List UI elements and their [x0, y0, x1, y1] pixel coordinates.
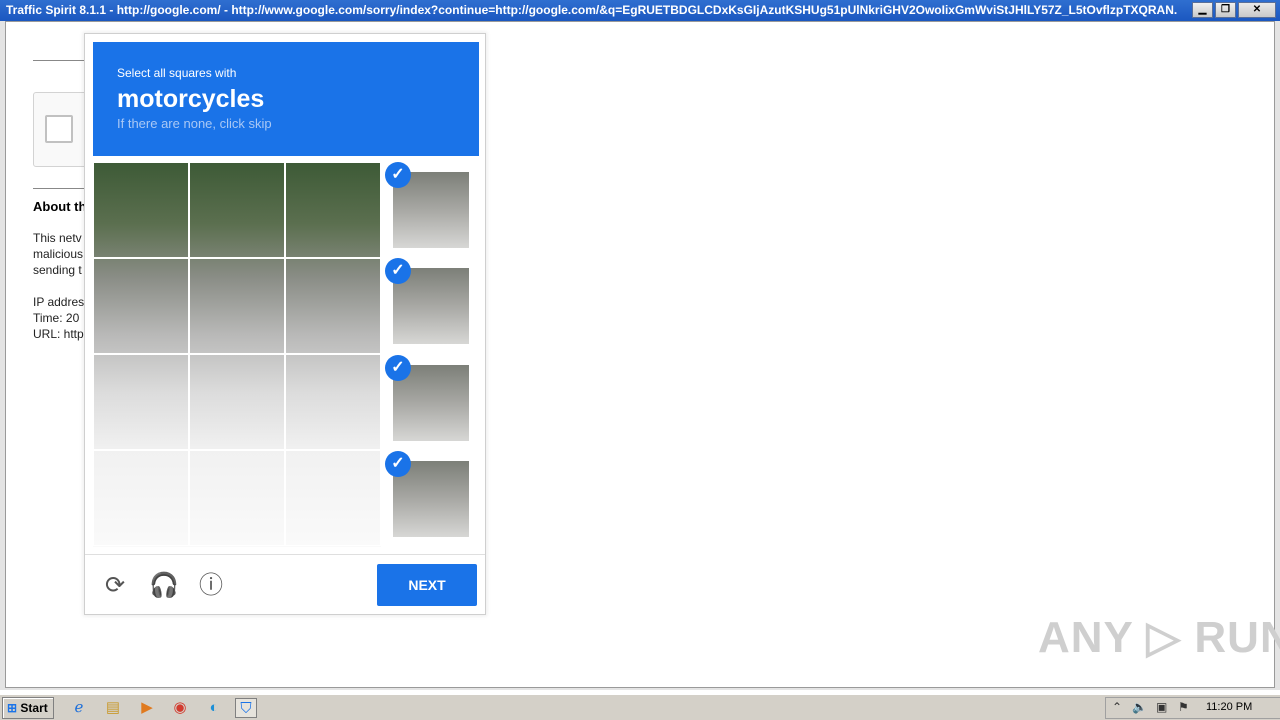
page-text-line: IP addres: [33, 295, 85, 309]
page-text-line: sending t: [33, 263, 82, 277]
grid-tile[interactable]: [93, 258, 189, 355]
next-button[interactable]: NEXT: [377, 564, 477, 606]
checkmark-icon: ✓: [385, 162, 411, 188]
page-text-line: malicious: [33, 247, 84, 261]
grid-tile[interactable]: [189, 354, 285, 451]
selected-tile[interactable]: ✓: [385, 258, 469, 344]
volume-icon[interactable]: 🔈: [1132, 700, 1147, 714]
start-label: Start: [20, 701, 48, 715]
explorer-icon[interactable]: ▤: [102, 698, 124, 718]
image-grid: [93, 162, 381, 547]
skip-hint: If there are none, click skip: [117, 116, 272, 131]
checkmark-icon: ✓: [385, 451, 411, 477]
window-controls: ▁ ❐ ✕: [1192, 2, 1276, 18]
footer-divider: [85, 554, 485, 555]
grid-tile[interactable]: [285, 354, 381, 451]
selected-tile[interactable]: ✓: [385, 451, 469, 537]
restore-button[interactable]: ❐: [1215, 2, 1236, 18]
window-title-bar: Traffic Spirit 8.1.1 - http://google.com…: [0, 0, 1280, 21]
taskbar: ⊞ Start ℯ ▤ ▶ ◉ ◐ ⛉ ⌃ 🔈 ▣ ⚑ 11:20 PM: [0, 694, 1280, 720]
page-text-line: This netv: [33, 231, 82, 245]
captcha-challenge: Select all squares with motorcycles If t…: [84, 33, 486, 615]
window-title: Traffic Spirit 8.1.1 - http://google.com…: [6, 3, 1178, 17]
minimize-button[interactable]: ▁: [1192, 2, 1213, 18]
chrome-icon[interactable]: ◉: [169, 698, 191, 718]
page-text-line: Time: 20: [33, 311, 80, 325]
target-object: motorcycles: [117, 85, 265, 113]
info-icon[interactable]: ⓘ: [197, 572, 225, 600]
grid-tile[interactable]: [285, 258, 381, 355]
grid-tile[interactable]: [189, 258, 285, 355]
system-tray: ⌃ 🔈 ▣ ⚑: [1105, 697, 1280, 719]
selected-tile[interactable]: ✓: [385, 355, 469, 441]
network-icon[interactable]: ▣: [1156, 700, 1167, 714]
instruction-text: Select all squares with: [117, 66, 237, 80]
tray-arrow-icon[interactable]: ⌃: [1112, 700, 1122, 714]
ie-icon[interactable]: ℯ: [68, 698, 90, 718]
grid-tile[interactable]: [93, 162, 189, 259]
checkmark-icon: ✓: [385, 355, 411, 381]
edge-icon[interactable]: ◐: [203, 698, 225, 718]
grid-tile[interactable]: [285, 162, 381, 259]
start-button[interactable]: ⊞ Start: [2, 697, 54, 719]
windows-logo-icon: ⊞: [7, 701, 18, 715]
media-player-icon[interactable]: ▶: [136, 698, 158, 718]
recaptcha-checkbox[interactable]: [45, 115, 73, 143]
selected-tiles-column: ✓ ✓ ✓ ✓: [383, 162, 479, 547]
captcha-instructions: Select all squares with motorcycles If t…: [93, 42, 479, 156]
grid-tile[interactable]: [189, 162, 285, 259]
page-text-line: URL: http: [33, 327, 84, 341]
headphones-icon[interactable]: 🎧: [149, 572, 179, 600]
clock[interactable]: 11:20 PM: [1206, 695, 1252, 719]
checkmark-icon: ✓: [385, 258, 411, 284]
grid-tile[interactable]: [285, 450, 381, 547]
selected-tile[interactable]: ✓: [385, 162, 469, 248]
grid-tile[interactable]: [93, 354, 189, 451]
grid-tile[interactable]: [93, 450, 189, 547]
flag-icon[interactable]: ⚑: [1178, 700, 1189, 714]
reload-icon[interactable]: ⟳: [101, 572, 129, 600]
grid-tile[interactable]: [189, 450, 285, 547]
anyrun-watermark: ANY ▷ RUN: [1038, 613, 1280, 662]
traffic-spirit-icon[interactable]: ⛉: [235, 698, 257, 718]
about-heading: About th: [33, 199, 87, 214]
close-button[interactable]: ✕: [1238, 2, 1276, 18]
